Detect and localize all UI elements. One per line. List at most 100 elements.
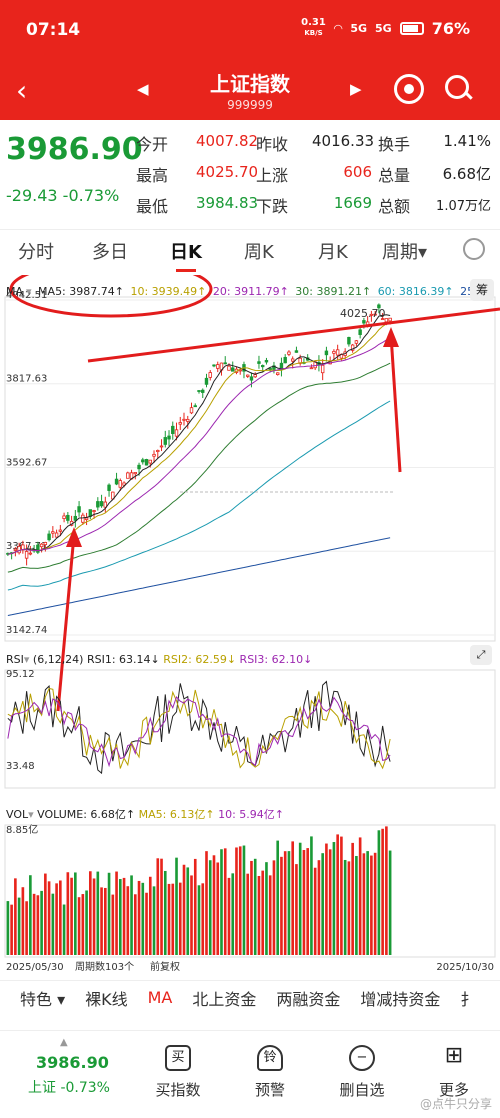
ma60-line: [7, 400, 391, 591]
candle: [227, 365, 231, 371]
candle: [17, 546, 21, 554]
remove-watchlist-button[interactable]: − 删自选: [332, 1045, 392, 1100]
volume-bar: [197, 885, 201, 955]
value-volume: 6.68亿: [442, 165, 491, 183]
ma10-line: [7, 320, 391, 555]
volume-bar: [385, 826, 388, 955]
ma30-value: 30: 3891.21↑: [295, 285, 372, 298]
candle: [253, 374, 257, 378]
volume-bar: [238, 846, 242, 955]
candle: [283, 356, 287, 364]
chart-canvas: 4042.513817.633592.673367.713142.744025.…: [4, 275, 500, 973]
label-open: 今开: [136, 135, 169, 154]
candle: [287, 351, 291, 355]
volume-bar: [74, 872, 77, 955]
label-turnover: 换手: [378, 135, 411, 154]
candle: [197, 390, 201, 392]
feature-menu[interactable]: 特色 ▾: [20, 986, 65, 1010]
rsi-label[interactable]: RSI: [6, 653, 24, 666]
page-title: 上证指数: [210, 72, 290, 96]
candle: [249, 376, 254, 381]
assistant-icon[interactable]: [394, 74, 424, 104]
annotation-arrow-up: [56, 534, 76, 712]
label-down-count: 下跌: [256, 197, 289, 216]
tab-intraday[interactable]: 分时: [18, 238, 54, 264]
volume-bar: [122, 877, 126, 955]
candle: [51, 531, 55, 534]
volume-bar: [317, 860, 321, 955]
tab-period[interactable]: 周期▾: [382, 238, 427, 264]
candle: [275, 372, 280, 375]
candle: [118, 480, 123, 488]
candle: [324, 350, 329, 356]
candle: [137, 464, 141, 470]
candle: [159, 445, 164, 448]
candle: [201, 389, 205, 393]
next-stock-icon[interactable]: ▶: [350, 80, 362, 98]
volume-bar: [227, 877, 231, 955]
volume-bar: [321, 853, 324, 955]
volume-bar: [268, 875, 272, 955]
volume-bar: [362, 853, 366, 955]
signal-icon-2: 5G: [375, 21, 392, 35]
tab-monthly-k[interactable]: 月K: [318, 238, 348, 264]
expand-icon[interactable]: ⤢: [470, 645, 492, 665]
alert-button[interactable]: 铃 预警: [240, 1045, 300, 1100]
tab-weekly-k[interactable]: 周K: [244, 238, 274, 264]
volume-bar: [377, 830, 381, 955]
period-tabs: 分时 多日 日K 周K 月K 周期▾: [0, 229, 500, 272]
volume-bar: [178, 882, 182, 955]
volume-bar: [216, 862, 220, 955]
candle: [362, 320, 366, 324]
watermark: @点牛只分享: [419, 1097, 492, 1111]
candle: [47, 533, 51, 541]
holding-change-button[interactable]: 增减持资金: [360, 986, 440, 1010]
volume-bar: [283, 851, 287, 955]
volume-bar: [261, 870, 265, 955]
candle: [163, 437, 167, 445]
bottom-bar: ▲ 3986.90 上证 -0.73% 买 买指数 铃 预警 − 删自选 ⊞ 更…: [0, 1030, 500, 1118]
more-button[interactable]: ⊞ 更多: [424, 1045, 484, 1100]
value-high: 4025.70: [196, 163, 259, 181]
volume-bar: [265, 862, 268, 955]
date-axis-count: 周期数103个: [75, 960, 134, 973]
buy-index-button[interactable]: 买 买指数: [148, 1045, 208, 1100]
ma-label[interactable]: MA: [6, 285, 23, 298]
volume-bar: [201, 883, 205, 955]
annotation-arrowhead-peak: [383, 327, 399, 347]
ma-button[interactable]: MA: [148, 988, 173, 1007]
date-axis-start: 2025/05/30: [6, 962, 64, 973]
volume-bar: [141, 882, 145, 955]
candle: [332, 350, 336, 354]
northbound-button[interactable]: 北上资金: [192, 986, 256, 1010]
volume-bar: [373, 852, 377, 955]
bare-k-button[interactable]: 裸K线: [85, 986, 128, 1010]
ma20-value: 20: 3911.79↑: [212, 285, 289, 298]
volume-bar: [272, 860, 276, 955]
candle: [84, 517, 89, 520]
volume-bar: [36, 895, 40, 955]
vol-label[interactable]: VOL: [6, 808, 28, 821]
candle: [156, 450, 160, 452]
volume-bar: [253, 858, 257, 955]
volume-bar: [347, 861, 351, 955]
volume-bar: [325, 843, 328, 955]
tab-daily-k[interactable]: 日K: [170, 238, 202, 272]
battery-icon: [399, 21, 424, 35]
ma60-value: 60: 3816.39↑: [377, 285, 454, 298]
tab-multiday[interactable]: 多日: [92, 238, 128, 264]
more-func-button[interactable]: 扌: [460, 986, 476, 1010]
volume-bar: [89, 871, 92, 955]
value-amount: 1.07万亿: [436, 199, 491, 214]
volume-bar: [366, 851, 369, 955]
settings-icon[interactable]: [463, 238, 485, 260]
volume-bar: [107, 872, 111, 955]
high-price-label: 4025.70: [340, 307, 386, 320]
kline-chart[interactable]: 4042.51 3817.63 3592.67 3367.71 3142.74 4025.…: [0, 275, 500, 980]
candle: [39, 543, 44, 548]
chip-button[interactable]: 筹: [470, 279, 494, 301]
label-up-count: 上涨: [256, 166, 289, 185]
search-icon[interactable]: [444, 74, 474, 104]
grid-icon: ⊞: [444, 1043, 464, 1068]
margin-button[interactable]: 两融资金: [276, 986, 340, 1010]
